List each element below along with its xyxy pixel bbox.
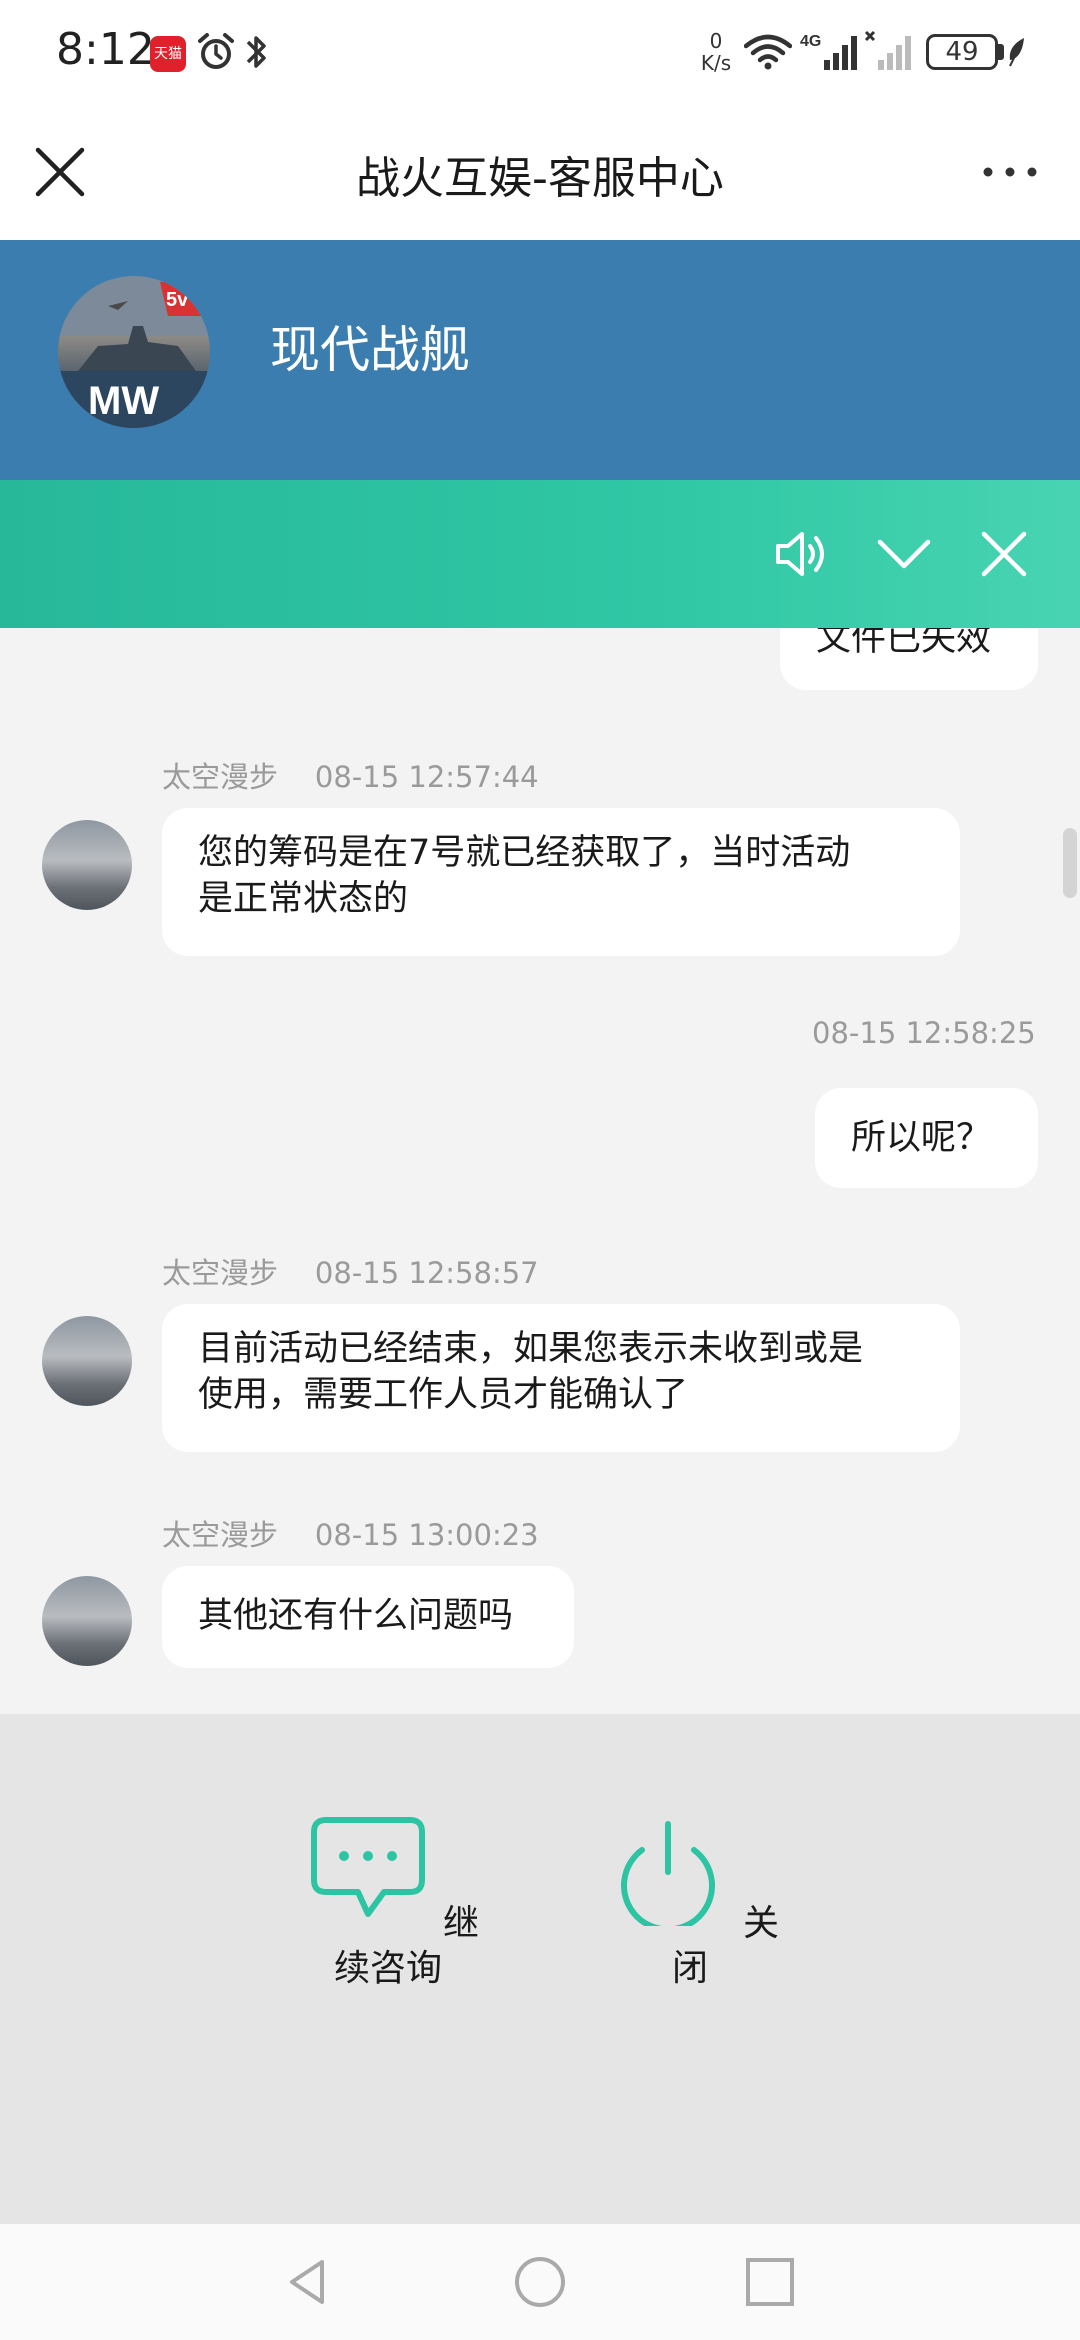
recents-icon[interactable] [742,2254,798,2310]
continue-label-1: 继 [443,1903,480,1944]
battery-tip [998,44,1004,60]
action-panel: 继 续咨询 关 闭 [0,1714,1080,2224]
message-bubble: 您的筹码是在7号就已经获取了，当时活动 是正常状态的 [162,808,960,956]
bluetooth-icon [246,36,266,68]
message-time: 08-15 12:58:25 [812,1016,1036,1050]
message-meta: 太空漫步 08-15 13:00:23 [162,1512,539,1554]
close-icon[interactable] [974,524,1034,584]
page-title: 战火互娱-客服中心 [356,153,724,204]
chat-area[interactable]: 文件已失效 太空漫步 08-15 12:57:44 您的筹码是在7号就已经获取了… [0,628,1080,1714]
chat-bubble-icon [311,1817,425,1917]
status-time: 8:12 [56,24,155,75]
speaker-icon[interactable] [772,524,832,584]
chat-toolbar [0,480,1080,628]
message-time: 08-15 13:00:23 [314,1518,539,1552]
message-text: 其他还有什么问题吗 [198,1596,514,1636]
message-bubble-mine: 所以呢？ [815,1088,1038,1188]
warship-image: 5v MW [58,276,210,428]
close-label-1: 关 [743,1903,780,1944]
close-session-button[interactable]: 关 闭 [600,1814,800,2014]
scrollbar-thumb[interactable] [1063,828,1077,898]
sender-name: 太空漫步 [162,1256,279,1290]
more-options-button[interactable] [980,152,1040,192]
signal-sim2-icon [864,30,911,70]
message-time: 08-15 12:58:57 [314,1256,539,1290]
message-line: 目前活动已经结束，如果您表示未收到或是 [198,1329,864,1369]
header: 战火互娱-客服中心 [0,100,1080,240]
message-text: 所以呢？ [851,1118,992,1158]
message-meta: 太空漫步 08-15 12:57:44 [162,754,539,796]
message-bubble: 其他还有什么问题吗 [162,1566,574,1668]
agent-avatar [42,820,132,910]
alarm-icon [198,33,234,69]
message-bubble: 目前活动已经结束，如果您表示未收到或是 使用，需要工作人员才能确认了 [162,1304,960,1452]
agent-avatar [42,1576,132,1666]
close-label-2: 闭 [672,1948,709,1989]
continue-label-2: 续咨询 [334,1948,443,1989]
message-time: 08-15 12:57:44 [314,760,539,794]
signal-4g-icon: 4G [800,33,857,70]
power-icon [621,1821,715,1926]
message-text: 文件已失效 [816,628,992,659]
leaf-icon [1009,38,1024,67]
system-nav-bar [0,2224,1080,2340]
tmall-app-icon: 天猫 [150,36,186,72]
mw-logo: MW [88,379,159,423]
home-icon[interactable] [512,2254,568,2310]
wifi-icon [744,34,792,70]
status-bar: 8:12 天猫 0 K/s 4G 49 [0,0,1080,100]
agent-avatar [42,1316,132,1406]
game-avatar: 5v MW [58,276,210,428]
message-line: 使用，需要工作人员才能确认了 [198,1375,689,1415]
message-meta: 太空漫步 08-15 12:58:57 [162,1250,539,1292]
net-speed: 0 K/s [700,29,732,75]
message-bubble-partial: 文件已失效 [780,628,1038,690]
sender-name: 太空漫步 [162,760,279,794]
profile-banner: 5v MW 现代战舰 [0,240,1080,480]
network-type: 4G [800,33,821,50]
message-line: 是正常状态的 [198,879,409,919]
message-line: 您的筹码是在7号就已经获取了，当时活动 [198,833,851,873]
sender-name: 太空漫步 [162,1518,279,1552]
back-icon[interactable] [280,2254,336,2310]
service-name: 现代战舰 [270,321,470,379]
chevron-down-icon[interactable] [874,524,934,584]
battery-icon: 49 [926,34,998,70]
avatar-badge: 5v [166,289,189,311]
